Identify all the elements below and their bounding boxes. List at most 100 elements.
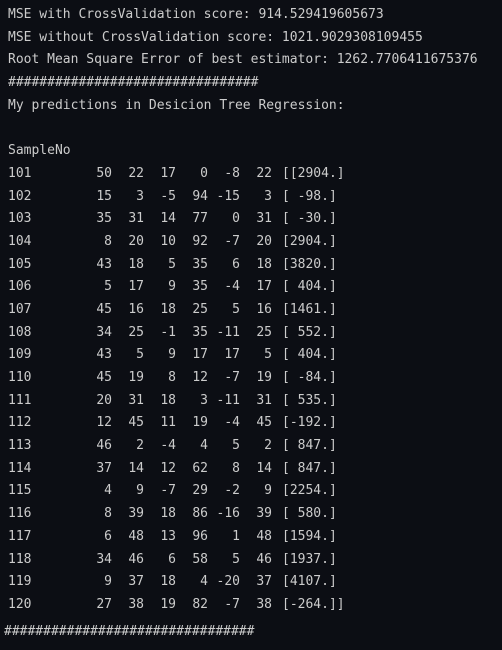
cell-x3: 9 xyxy=(168,347,176,363)
sample-no: 106 xyxy=(8,279,32,295)
sample-no: 110 xyxy=(8,370,32,385)
cell-x6: 25 xyxy=(256,324,272,340)
cell-x2: 31 xyxy=(128,211,144,227)
table-row: 107 45 16 18 25 5 16 [1461.] xyxy=(8,299,502,322)
cell-x3: 18 xyxy=(160,301,176,317)
cell-x4: 62 xyxy=(192,460,208,476)
sample-no: 104 xyxy=(8,233,32,249)
cell-x1: 15 xyxy=(96,188,112,204)
cell-prediction: [-192.] xyxy=(282,415,337,431)
sample-no: 120 xyxy=(8,596,32,612)
table-row: 117 6 48 13 96 1 48 [1594.] xyxy=(8,526,502,549)
cell-prediction: [ 404.] xyxy=(282,347,337,363)
sample-no: 113 xyxy=(8,438,32,454)
sample-no: 105 xyxy=(8,256,32,272)
cell-x2: 9 xyxy=(136,483,144,499)
table-row: 103 35 31 14 77 0 31 [ -30.] xyxy=(8,208,502,231)
table-row: 116 8 39 18 86 -16 39 [ 580.] xyxy=(8,503,502,526)
mse-no-cv-line: MSE without CrossValidation score: 1021.… xyxy=(8,29,423,45)
cell-x6: 16 xyxy=(256,301,272,317)
index-label: SampleNo xyxy=(8,143,71,159)
cell-x3: 18 xyxy=(160,392,176,408)
cell-prediction: [ 847.] xyxy=(282,438,337,454)
cell-x6: 46 xyxy=(256,551,272,567)
cell-x2: 48 xyxy=(128,528,144,544)
cell-x4: 12 xyxy=(192,370,208,385)
cell-x3: 14 xyxy=(160,211,176,227)
cell-x6: 48 xyxy=(256,528,272,544)
cell-x5: 5 xyxy=(232,438,240,454)
cell-x1: 6 xyxy=(104,528,112,544)
cell-x5: 5 xyxy=(232,301,240,317)
table-row: 106 5 17 9 35 -4 17 [ 404.] xyxy=(8,276,502,299)
cell-x5: -8 xyxy=(224,165,240,181)
cell-x6: 14 xyxy=(256,460,272,476)
cell-x5: 17 xyxy=(224,347,240,363)
cell-x6: 19 xyxy=(256,370,272,385)
cell-prediction: [[2904.] xyxy=(282,165,345,181)
cell-prediction: [1461.] xyxy=(282,301,337,317)
cell-x2: 3 xyxy=(136,188,144,204)
cell-x5: -7 xyxy=(224,370,240,385)
cell-x2: 25 xyxy=(128,324,144,340)
sample-no: 102 xyxy=(8,188,32,204)
cell-x2: 37 xyxy=(128,574,144,590)
cell-x1: 34 xyxy=(96,324,112,340)
cell-x1: 45 xyxy=(96,301,112,317)
table-row: 110 45 19 8 12 -7 19 [ -84.] xyxy=(8,367,502,390)
cell-x4: 86 xyxy=(192,506,208,522)
cell-x2: 20 xyxy=(128,233,144,249)
predictions-title: My predictions in Desicion Tree Regressi… xyxy=(8,97,345,113)
sample-no: 101 xyxy=(8,165,32,181)
table-row: 119 9 37 18 4 -20 37 [4107.] xyxy=(8,571,502,594)
sample-no: 119 xyxy=(8,574,32,590)
cell-x3: 5 xyxy=(168,256,176,272)
cell-prediction: [2904.] xyxy=(282,233,337,249)
cell-x4: 77 xyxy=(192,211,208,227)
cell-x5: -11 xyxy=(216,392,240,408)
cell-prediction: [ 404.] xyxy=(282,279,337,295)
cell-x5: 8 xyxy=(232,460,240,476)
cell-x2: 18 xyxy=(128,256,144,272)
cell-x6: 31 xyxy=(256,392,272,408)
cell-x4: 19 xyxy=(192,415,208,431)
cell-prediction: [4107.] xyxy=(282,574,337,590)
cell-x6: 39 xyxy=(256,506,272,522)
cell-x6: 20 xyxy=(256,233,272,249)
cell-x4: 17 xyxy=(192,347,208,363)
cell-x6: 17 xyxy=(256,279,272,295)
cell-x3: -7 xyxy=(160,483,176,499)
cell-x2: 16 xyxy=(128,301,144,317)
cell-x2: 39 xyxy=(128,506,144,522)
cell-prediction: [ -98.] xyxy=(282,188,337,204)
cell-x5: 1 xyxy=(232,528,240,544)
cell-x1: 4 xyxy=(104,483,112,499)
cell-x4: 4 xyxy=(200,574,208,590)
cell-x5: -4 xyxy=(224,279,240,295)
sample-no: 109 xyxy=(8,347,32,363)
sample-no: 117 xyxy=(8,528,32,544)
sample-no: 107 xyxy=(8,301,32,317)
cell-x6: 37 xyxy=(256,574,272,590)
cell-prediction: [ 535.] xyxy=(282,392,337,408)
cell-x6: 3 xyxy=(264,188,272,204)
cell-x6: 9 xyxy=(264,483,272,499)
table-row: 105 43 18 5 35 6 18 [3820.] xyxy=(8,254,502,277)
cell-x4: 35 xyxy=(192,324,208,340)
cell-x5: -7 xyxy=(224,596,240,612)
cell-x1: 37 xyxy=(96,460,112,476)
cell-prediction: [ -84.] xyxy=(282,370,337,385)
table-row: 102 15 3 -5 94 -15 3 [ -98.] xyxy=(8,186,502,209)
table-row: 108 34 25 -1 35 -11 25 [ 552.] xyxy=(8,322,502,345)
cell-x1: 9 xyxy=(104,574,112,590)
cell-x4: 58 xyxy=(192,551,208,567)
cell-x3: 9 xyxy=(168,279,176,295)
cell-x1: 50 xyxy=(96,165,112,181)
cell-x5: -7 xyxy=(224,233,240,249)
table-row: 104 8 20 10 92 -7 20 [2904.] xyxy=(8,231,502,254)
cell-x3: 18 xyxy=(160,574,176,590)
sample-no: 108 xyxy=(8,324,32,340)
cell-x3: 13 xyxy=(160,528,176,544)
cell-x3: -4 xyxy=(160,438,176,454)
cell-x6: 2 xyxy=(264,438,272,454)
